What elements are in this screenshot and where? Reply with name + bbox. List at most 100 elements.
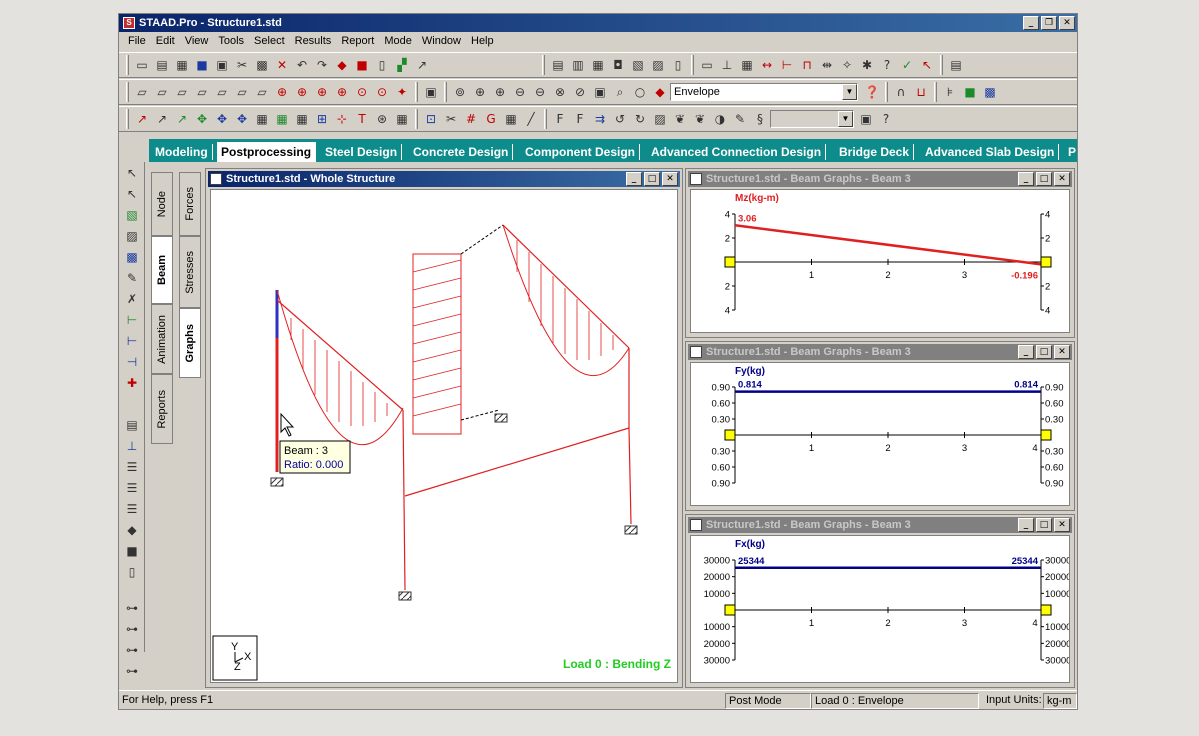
surfaces-cursor-icon[interactable]: ✥ xyxy=(212,109,232,129)
curve-icon[interactable]: G xyxy=(481,109,501,129)
open-folder-icon[interactable]: ▦ xyxy=(172,55,192,75)
my-icon[interactable]: ↻ xyxy=(630,109,650,129)
tab-concrete-design[interactable]: Concrete Design xyxy=(409,144,514,160)
restore-button[interactable]: ❐ xyxy=(1041,16,1057,30)
fy-icon[interactable]: F xyxy=(570,109,590,129)
rotate-down-icon[interactable]: ⊕ xyxy=(292,82,312,102)
maximize-button[interactable]: □ xyxy=(1036,172,1052,186)
close-button[interactable]: ✕ xyxy=(1054,345,1070,359)
select-plate-icon[interactable]: ⊣ xyxy=(122,352,142,372)
tab-component-design[interactable]: Component Design xyxy=(521,144,640,160)
camera-icon[interactable]: ◘ xyxy=(608,55,628,75)
maximize-button[interactable]: □ xyxy=(644,172,660,186)
vtab-graphs[interactable]: Graphs xyxy=(179,308,201,378)
results-setup-icon[interactable]: ❓ xyxy=(862,82,882,102)
nodes-cursor-icon[interactable]: ↗ xyxy=(132,109,152,129)
beam-graph-area[interactable]: Fx(kg)3000020000100007100002000030000300… xyxy=(690,535,1070,683)
menu-results[interactable]: Results xyxy=(290,35,337,47)
view-left-icon[interactable]: ▱ xyxy=(172,82,192,102)
contour-icon[interactable]: ▩ xyxy=(980,82,1000,102)
query-beam-icon[interactable]: ⊶ xyxy=(122,619,142,639)
load-case-select[interactable]: Envelope ▼ xyxy=(670,83,858,101)
view-iso-icon[interactable]: ▱ xyxy=(252,82,272,102)
toolbar-grip[interactable] xyxy=(934,82,937,102)
grid-select-icon[interactable]: ▦ xyxy=(252,109,272,129)
tab-more[interactable]: P xyxy=(1064,144,1077,160)
toolbar-grip[interactable] xyxy=(126,55,129,75)
toolbar-grip[interactable] xyxy=(126,109,129,129)
info-icon[interactable]: ? xyxy=(876,109,896,129)
select-member-icon[interactable]: ⊢ xyxy=(122,331,142,351)
view-back-icon[interactable]: ▱ xyxy=(152,82,172,102)
toolbar-grip[interactable] xyxy=(885,82,888,102)
structure-only-icon[interactable]: ∩ xyxy=(891,82,911,102)
close-button[interactable]: ✕ xyxy=(1054,518,1070,532)
delete-icon[interactable]: ✕ xyxy=(272,55,292,75)
pattern-icon[interactable]: ✱ xyxy=(857,55,877,75)
toolbar-grip[interactable] xyxy=(415,109,418,129)
offset-icon[interactable]: ☰ xyxy=(122,499,142,519)
minimize-button[interactable]: _ xyxy=(1018,172,1034,186)
group-icon[interactable]: ⊞ xyxy=(312,109,332,129)
zoom-extents-icon[interactable]: ⊗ xyxy=(550,82,570,102)
new-file-icon[interactable]: ▭ xyxy=(132,55,152,75)
save-icon[interactable]: ■ xyxy=(192,55,212,75)
cube-icon[interactable]: ■ xyxy=(122,541,142,561)
zoom-all-icon[interactable]: ⊘ xyxy=(570,82,590,102)
redo-icon[interactable]: ↷ xyxy=(312,55,332,75)
minimize-button[interactable]: _ xyxy=(1018,345,1034,359)
spin-right-icon[interactable]: ⊙ xyxy=(372,82,392,102)
parallel-icon[interactable]: ⊹ xyxy=(332,109,352,129)
menu-window[interactable]: Window xyxy=(417,35,466,47)
support-icon[interactable]: ⊥ xyxy=(122,436,142,456)
query-icon[interactable]: ○ xyxy=(630,82,650,102)
print-preview-icon[interactable]: ▣ xyxy=(212,55,232,75)
chevron-down-icon[interactable]: ▼ xyxy=(842,84,857,100)
tab-postprocessing[interactable]: Postprocessing xyxy=(217,142,317,162)
spec-icon[interactable]: ☰ xyxy=(122,457,142,477)
mz-icon[interactable]: ▨ xyxy=(650,109,670,129)
fz-icon[interactable]: ⇉ xyxy=(590,109,610,129)
menu-report[interactable]: Report xyxy=(336,35,379,47)
text-icon[interactable]: T xyxy=(352,109,372,129)
menu-mode[interactable]: Mode xyxy=(379,35,417,47)
report-icon[interactable]: ▨ xyxy=(648,55,668,75)
deflection-icon[interactable]: ❦ xyxy=(670,109,690,129)
toolbar-grip[interactable] xyxy=(444,82,447,102)
check-icon[interactable]: ✓ xyxy=(897,55,917,75)
plate-results-icon[interactable]: ■ xyxy=(960,82,980,102)
mx-icon[interactable]: ↺ xyxy=(610,109,630,129)
query-solid-icon[interactable]: ⊶ xyxy=(122,661,142,681)
view-bottom-icon[interactable]: ▱ xyxy=(232,82,252,102)
shade-icon[interactable]: ◆ xyxy=(650,82,670,102)
undo-icon[interactable]: ↶ xyxy=(292,55,312,75)
rotate-right-icon[interactable]: ⊕ xyxy=(332,82,352,102)
span-icon[interactable]: ⊓ xyxy=(797,55,817,75)
run-analysis-icon[interactable]: ◆ xyxy=(332,55,352,75)
tool-s-icon[interactable]: § xyxy=(750,109,770,129)
tab-modeling[interactable]: Modeling xyxy=(151,144,213,160)
select-solids-icon[interactable]: ▩ xyxy=(122,247,142,267)
beam-graph-area[interactable]: Fy(kg)0.900.600.3070.300.600.900.900.600… xyxy=(690,362,1070,506)
misc-tool-icon[interactable]: ▤ xyxy=(946,55,966,75)
add-icon[interactable]: ✚ xyxy=(122,373,142,393)
release-icon[interactable]: ☰ xyxy=(122,478,142,498)
display-window-icon[interactable]: ▣ xyxy=(421,82,441,102)
menu-help[interactable]: Help xyxy=(466,35,499,47)
select-plates-icon[interactable]: ▨ xyxy=(122,226,142,246)
select-beam-icon[interactable]: ✗ xyxy=(122,289,142,309)
structure-drawing[interactable]: Beam : 3 Ratio: 0.000 Y Z X Load 0 : Ben… xyxy=(211,190,678,683)
toolbar-grip[interactable] xyxy=(415,82,418,102)
pointer-icon[interactable]: ↖ xyxy=(917,55,937,75)
zoom-out-icon[interactable]: ⊖ xyxy=(510,82,530,102)
zoom-dynamic-icon[interactable]: ⊕ xyxy=(470,82,490,102)
copy-picture-icon[interactable]: ▧ xyxy=(628,55,648,75)
beams-cursor-icon[interactable]: ↗ xyxy=(152,109,172,129)
draw-line-icon[interactable]: ╱ xyxy=(521,109,541,129)
rotate-free-icon[interactable]: ✦ xyxy=(392,82,412,102)
view-front-icon[interactable]: ▱ xyxy=(132,82,152,102)
member-query-icon[interactable]: ◑ xyxy=(710,109,730,129)
select-all-icon[interactable]: ▧ xyxy=(122,205,142,225)
fx-icon[interactable]: F xyxy=(550,109,570,129)
vtab-reports[interactable]: Reports xyxy=(151,374,173,444)
